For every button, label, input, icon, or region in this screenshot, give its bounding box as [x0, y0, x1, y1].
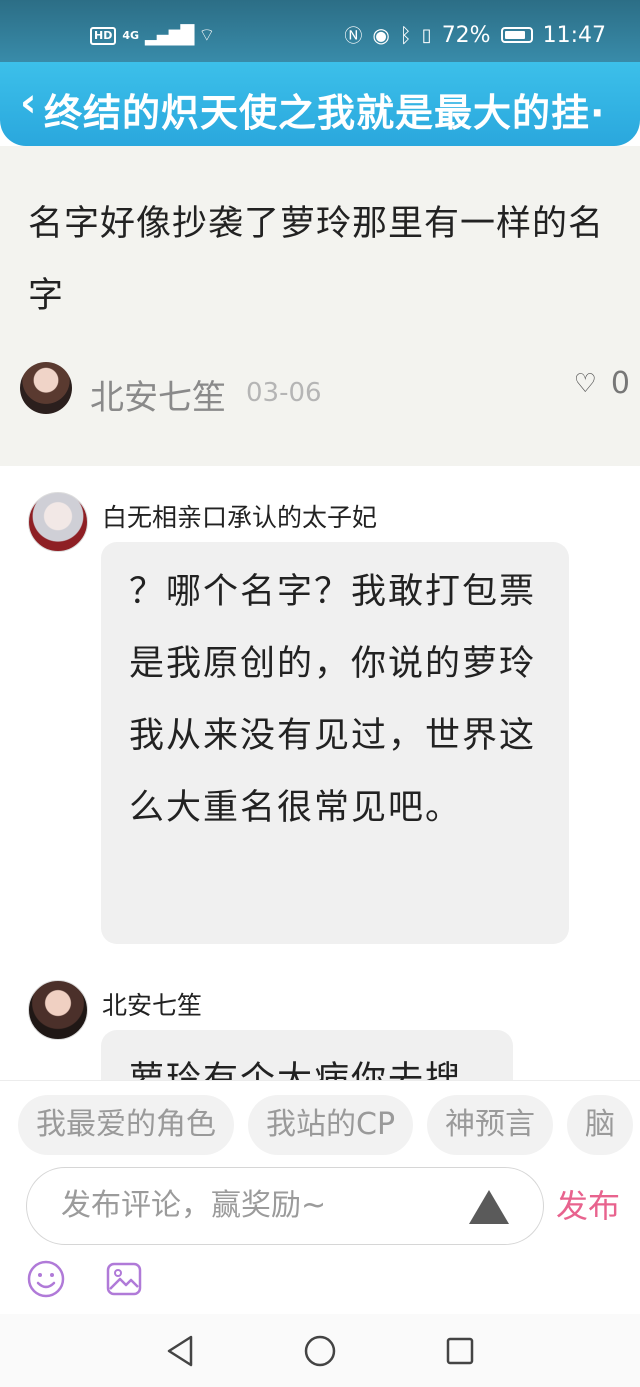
status-bar: HD 4G ▂▄▆█ ⌔ Ⓝ ◉ ᛒ ▯ 72% 11:47 — [0, 0, 640, 70]
network-label: 4G — [122, 29, 140, 42]
avatar[interactable] — [28, 980, 88, 1040]
battery-icon — [500, 27, 533, 43]
input-tools — [26, 1259, 144, 1299]
comment-input[interactable] — [61, 1182, 461, 1228]
title-bar: ‹ 终结的炽天使之我就是最大的挂· — [0, 62, 640, 146]
topic-tag[interactable]: 神预言 — [427, 1095, 554, 1155]
reply-item: 白无相亲口承认的太子妃 ？哪个名字？我敢打包票是我原创的，你说的萝玲我从来没有见… — [0, 492, 640, 952]
original-comment-meta: 北安七笙 03-06 ♡ 0 — [20, 362, 630, 418]
image-icon[interactable] — [104, 1259, 144, 1299]
page-title: 终结的炽天使之我就是最大的挂· — [44, 91, 606, 135]
reply-author[interactable]: 白无相亲口承认的太子妃 — [102, 498, 377, 534]
comment-panel: 我最爱的角色 我站的CP 神预言脑 发布 — [0, 1080, 640, 1314]
emoji-icon[interactable] — [26, 1259, 66, 1299]
topic-tags: 我最爱的角色 我站的CP 神预言脑 — [18, 1095, 640, 1157]
like-count: 0 — [610, 366, 630, 401]
comment-input-box[interactable] — [26, 1167, 544, 1245]
topic-tag[interactable]: 脑 — [567, 1095, 634, 1155]
reply-author[interactable]: 北安七笙 — [102, 986, 202, 1022]
status-right: Ⓝ ◉ ᛒ ▯ 72% 11:47 — [344, 22, 606, 48]
avatar[interactable] — [28, 492, 88, 552]
vibrate-icon: ▯ — [421, 24, 432, 46]
bluetooth-icon: ᛒ — [399, 23, 412, 47]
original-comment-text: 名字好像抄袭了萝玲那里有一样的名字 — [28, 204, 605, 316]
clock: 11:47 — [542, 22, 606, 48]
author-name[interactable]: 北安七笙 — [90, 370, 226, 419]
home-nav-icon[interactable] — [300, 1331, 340, 1371]
hd-badge: HD — [90, 26, 117, 45]
status-left: HD 4G ▂▄▆█ ⌔ — [90, 24, 215, 47]
like-button[interactable]: ♡ 0 — [574, 366, 630, 401]
topic-tag[interactable]: 我站的CP — [248, 1095, 414, 1155]
eye-icon: ◉ — [372, 23, 390, 47]
avatar[interactable] — [20, 362, 72, 414]
signal-icon: ▂▄▆█ — [145, 25, 194, 46]
original-comment: 名字好像抄袭了萝玲那里有一样的名字 北安七笙 03-06 ♡ 0 — [0, 146, 640, 466]
expand-triangle-icon[interactable] — [469, 1190, 509, 1224]
nfc-icon: Ⓝ — [344, 26, 363, 47]
wifi-icon: ⌔ — [198, 25, 216, 46]
heart-icon: ♡ — [573, 368, 597, 399]
back-icon[interactable]: ‹ — [20, 80, 36, 126]
back-nav-icon[interactable] — [160, 1331, 200, 1371]
publish-button[interactable]: 发布 — [556, 1181, 620, 1227]
reply-bubble: ？哪个名字？我敢打包票是我原创的，你说的萝玲我从来没有见过，世界这么大重名很常见… — [101, 542, 569, 944]
topic-tag[interactable]: 我最爱的角色 — [18, 1095, 234, 1155]
recents-nav-icon[interactable] — [440, 1331, 480, 1371]
navigation-bar — [0, 1314, 640, 1387]
battery-percent: 72% — [441, 22, 491, 48]
comment-date: 03-06 — [246, 378, 322, 408]
